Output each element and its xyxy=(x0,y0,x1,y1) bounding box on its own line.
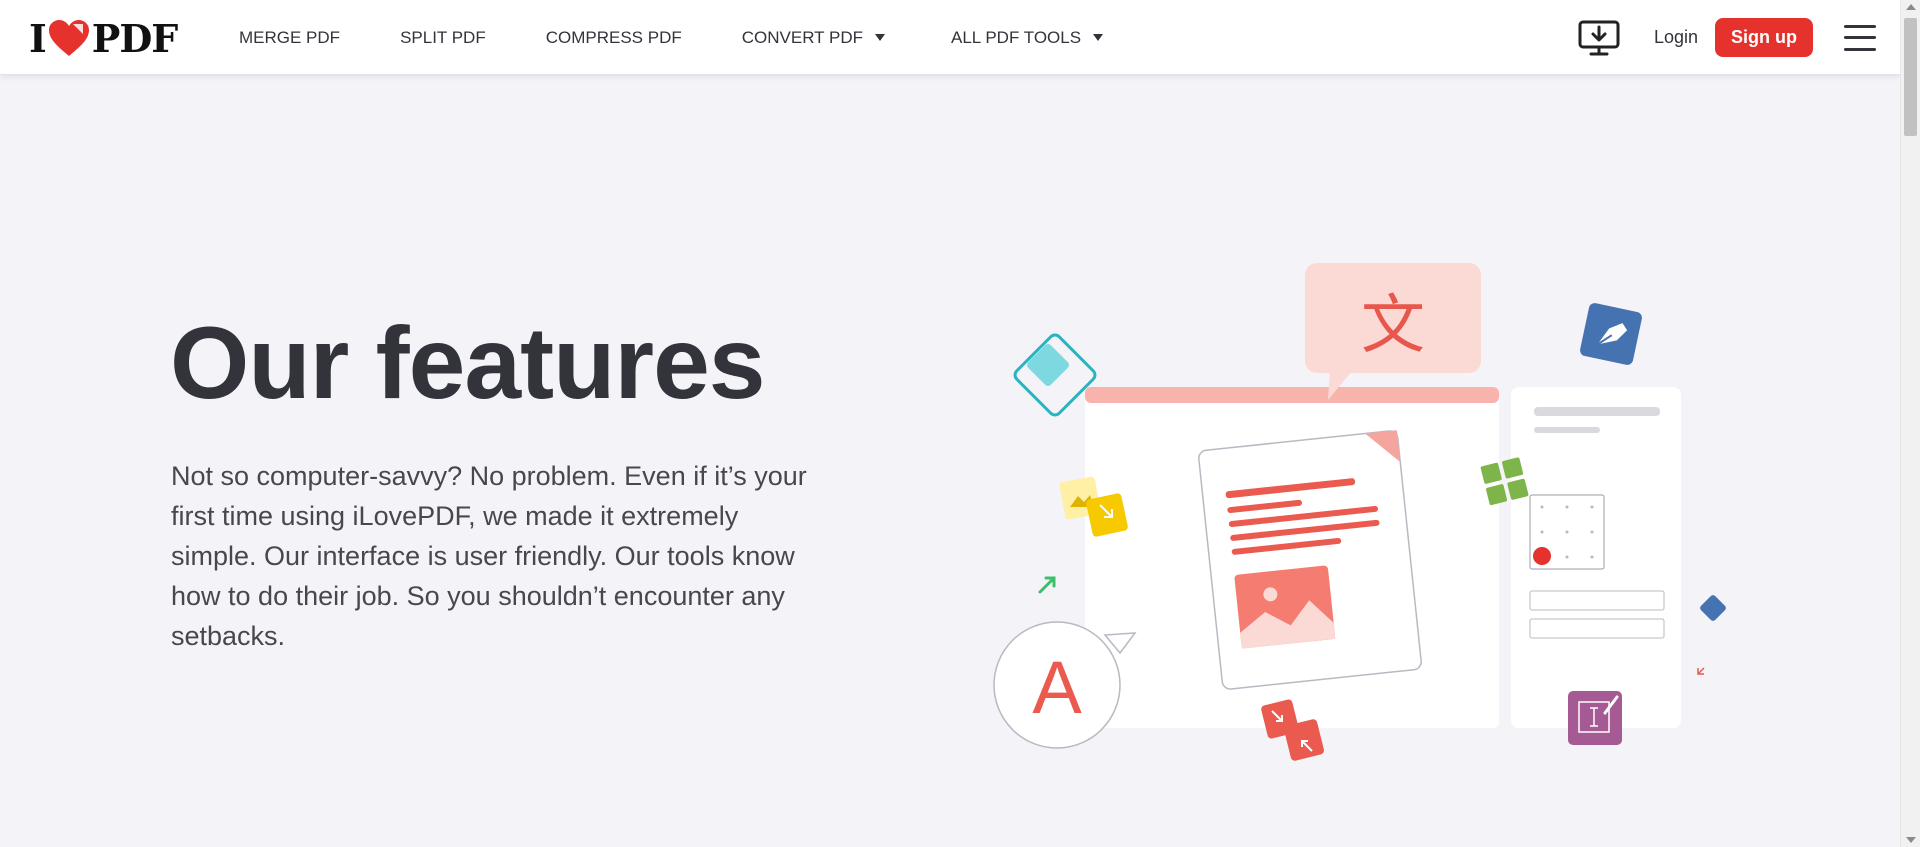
scroll-down-arrow-icon[interactable] xyxy=(1906,837,1916,843)
desktop-download-icon xyxy=(1578,20,1620,55)
page-scrollbar[interactable] xyxy=(1900,0,1920,847)
hero-title: Our features xyxy=(170,306,766,420)
scroll-up-arrow-icon[interactable] xyxy=(1906,4,1916,10)
ilovepdf-logo[interactable]: I PDF xyxy=(29,15,179,61)
letter-glyph: A xyxy=(1032,646,1082,729)
pen-nib-icon xyxy=(1580,303,1642,365)
edit-text-icon xyxy=(1568,691,1622,745)
logo-letter-i: I xyxy=(29,15,47,61)
translate-glyph: 文 xyxy=(1361,289,1425,363)
features-illustration: 文 A xyxy=(993,263,1726,761)
nav-compress-pdf-label: COMPRESS PDF xyxy=(545,27,682,47)
nav-compress-pdf[interactable]: COMPRESS PDF xyxy=(546,28,682,48)
document-page-icon xyxy=(1198,430,1422,690)
logo-pdf: PDF xyxy=(91,15,179,61)
small-diamond-decor xyxy=(1700,595,1726,621)
caret-down-icon xyxy=(1093,34,1104,41)
menu-line xyxy=(1844,36,1876,39)
hero-description: Not so computer-savvy? No problem. Even … xyxy=(171,461,807,651)
signup-button[interactable]: Sign up xyxy=(1715,18,1813,57)
scrollbar-thumb[interactable] xyxy=(1904,18,1917,136)
nav-all-pdf-tools-label: ALL PDF TOOLS xyxy=(950,27,1082,47)
header-actions: Login Sign up xyxy=(1578,0,1876,75)
nav-split-pdf[interactable]: SPLIT PDF xyxy=(400,28,486,48)
nav-merge-pdf-label: MERGE PDF xyxy=(239,27,341,47)
desktop-download-button[interactable] xyxy=(1578,20,1620,56)
arrow-up-right-icon xyxy=(1038,576,1056,594)
menu-line xyxy=(1844,47,1876,51)
nav-split-pdf-label: SPLIT PDF xyxy=(400,27,486,47)
nav-convert-pdf-label: CONVERT PDF xyxy=(741,27,863,47)
small-arrow-icon xyxy=(1697,667,1705,675)
main-nav: MERGE PDF SPLIT PDF COMPRESS PDF CONVERT… xyxy=(239,0,1104,75)
heart-icon xyxy=(48,20,89,56)
signature-icon: A xyxy=(993,621,1137,749)
menu-line xyxy=(1844,24,1876,28)
login-link[interactable]: Login xyxy=(1654,27,1698,48)
nav-merge-pdf[interactable]: MERGE PDF xyxy=(239,28,340,48)
nav-all-pdf-tools[interactable]: ALL PDF TOOLS xyxy=(950,27,1104,48)
diamond-decor xyxy=(1013,333,1097,417)
translate-icon: 文 xyxy=(1305,263,1481,400)
side-panel xyxy=(1511,387,1681,728)
nav-convert-pdf[interactable]: CONVERT PDF xyxy=(742,28,885,48)
caret-down-icon xyxy=(874,34,885,41)
top-navbar: I PDF MERGE PDF SPLIT PDF COMPRESS PDF C… xyxy=(0,0,1900,75)
hamburger-menu-button[interactable] xyxy=(1844,24,1876,51)
